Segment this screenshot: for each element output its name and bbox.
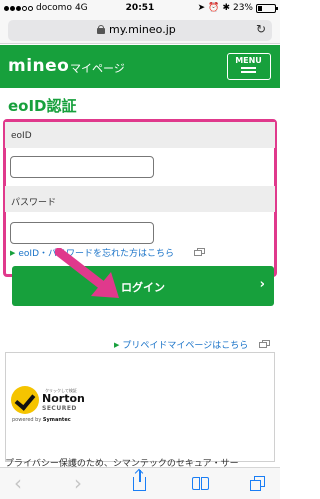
bluetooth-icon: ✱ [222,3,230,13]
menu-button[interactable]: MENU [227,53,271,80]
mineo-logo[interactable]: mineo [8,56,69,76]
password-label: パスワード [11,198,57,208]
mypage-label: マイページ [70,62,125,75]
powered-by-text: powered by [12,417,42,423]
hamburger-icon [241,67,256,75]
share-icon[interactable] [133,470,146,491]
norton-brand: Norton [42,392,85,405]
norton-check-icon [11,386,39,414]
browser-toolbar: ‹ › [0,467,280,499]
password-input[interactable] [10,222,154,244]
eoid-label: eoID [11,131,32,141]
new-window-icon [194,248,205,256]
page: docomo 4G 20:51 ➤ ⏰ ✱ 23% my.mineo.jp ↻ … [0,0,280,499]
annotation-arrow-icon [55,248,119,298]
eoid-label-row: eoID [5,122,275,148]
reload-icon[interactable]: ↻ [256,22,266,36]
login-button-label: ログイン [121,281,165,294]
back-icon[interactable]: ‹ [14,472,22,494]
battery-percent: 23% [232,3,253,13]
tabs-icon[interactable] [250,476,266,492]
password-label-row: パスワード [5,186,275,212]
powered-by-symantec: powered by Symantec [12,417,71,423]
prepaid-link-text: プリペイドマイページはこちら [122,341,249,351]
login-button[interactable]: ログイン › [12,266,274,306]
page-title: eoID認証 [8,97,77,115]
battery-fill [258,5,262,11]
norton-secured-box: クリックして検証 Norton SECURED powered by Syman… [5,352,275,462]
site-header: mineo マイページ MENU [0,45,280,88]
norton-seal[interactable]: クリックして検証 Norton SECURED powered by Syman… [11,386,97,426]
triangle-right-icon: ▶ [114,340,120,349]
location-icon: ➤ [197,3,206,13]
address-field[interactable]: my.mineo.jp ↻ [8,20,272,41]
prepaid-mypage-link[interactable]: ▶ プリペイドマイページはこちら [114,338,249,352]
forward-icon[interactable]: › [74,472,82,494]
new-window-icon [259,340,270,348]
url-text: my.mineo.jp [109,23,176,36]
symantec-text: Symantec [42,417,71,423]
menu-label: MENU [235,56,262,65]
status-bar: docomo 4G 20:51 ➤ ⏰ ✱ 23% [0,0,280,18]
browser-url-bar: my.mineo.jp ↻ [0,18,280,44]
battery-icon [256,3,278,13]
norton-secured-label: SECURED [42,405,77,412]
status-right: ➤ ⏰ ✱ 23% [197,3,278,13]
eoid-input[interactable] [10,156,154,178]
chevron-right-icon: › [259,277,265,292]
bookmarks-icon[interactable] [192,477,210,491]
triangle-right-icon: ▶ [10,248,16,257]
alarm-icon: ⏰ [208,3,220,13]
lock-icon [97,25,105,34]
